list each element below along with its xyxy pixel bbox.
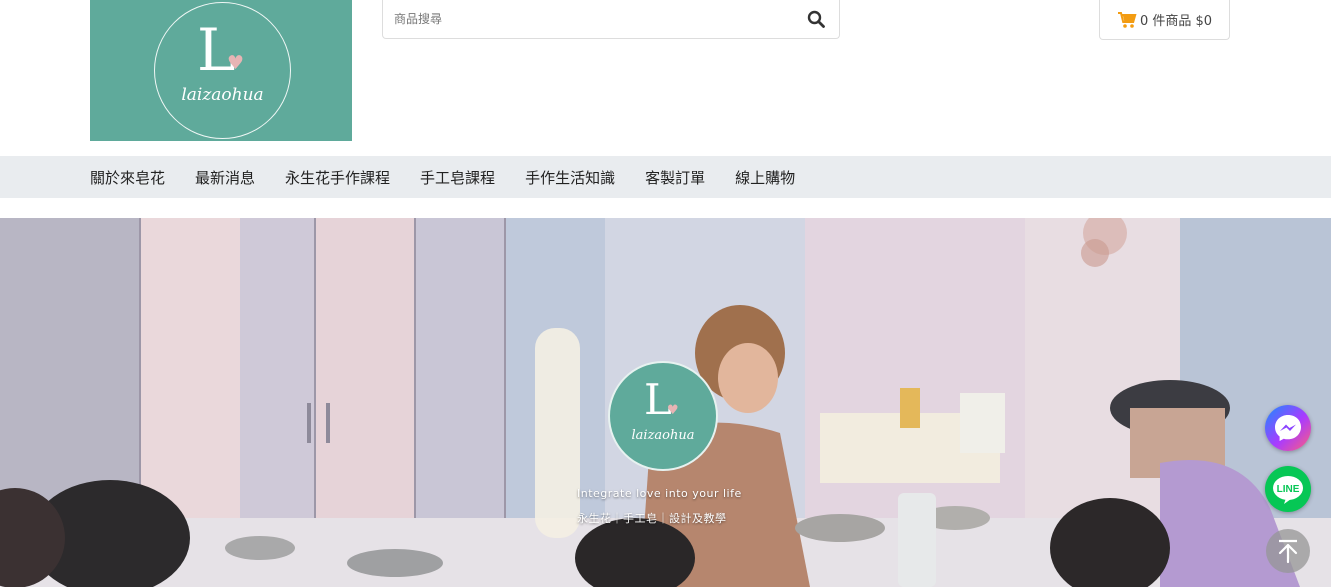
- line-button[interactable]: LINE: [1265, 466, 1311, 512]
- nav-item-handmade-knowledge[interactable]: 手作生活知識: [525, 167, 615, 188]
- main-nav: 關於來皂花 最新消息 永生花手作課程 手工皂課程 手作生活知識 客製訂單 線上購…: [0, 156, 1331, 198]
- back-to-top-icon: [1278, 539, 1298, 564]
- logo-circle: L ♥ laizaohua: [154, 2, 291, 139]
- nav-item-about[interactable]: 關於來皂花: [90, 167, 165, 188]
- messenger-button[interactable]: [1265, 405, 1311, 451]
- heart-icon: ♥: [667, 403, 679, 418]
- nav-item-preserved-flower-course[interactable]: 永生花手作課程: [285, 167, 390, 188]
- search-button[interactable]: [793, 0, 839, 38]
- search-input[interactable]: [383, 0, 793, 38]
- hero-logo-wordmark: laizaohua: [631, 428, 695, 443]
- heart-icon: ♥: [227, 52, 245, 74]
- nav-item-online-shop[interactable]: 線上購物: [735, 167, 795, 188]
- messenger-icon: [1275, 415, 1301, 441]
- cart-button[interactable]: 0 件商品 $0: [1099, 0, 1230, 40]
- nav-item-custom-order[interactable]: 客製訂單: [645, 167, 705, 188]
- cart-icon: [1117, 11, 1137, 28]
- back-to-top-button[interactable]: [1266, 529, 1310, 573]
- hero-banner: L ♥ laizaohua Integrate love into your l…: [0, 218, 1331, 587]
- hero-subtitle: 永生花｜手工皂｜設計及教學: [577, 512, 727, 525]
- nav-item-soap-course[interactable]: 手工皂課程: [420, 167, 495, 188]
- nav-item-news[interactable]: 最新消息: [195, 167, 255, 188]
- search-icon: [807, 10, 825, 28]
- line-label: LINE: [1277, 484, 1300, 495]
- line-icon: LINE: [1273, 476, 1303, 504]
- logo-wordmark: laizaohua: [181, 85, 264, 105]
- search-bar: [382, 0, 840, 39]
- hero-logo: L ♥ laizaohua: [608, 361, 718, 471]
- site-logo[interactable]: L ♥ laizaohua: [90, 0, 352, 141]
- cart-summary: 0 件商品 $0: [1139, 14, 1213, 29]
- hero-tagline: Integrate love into your life: [577, 487, 742, 500]
- site-header: L ♥ laizaohua 0 件商品 $0: [0, 0, 1331, 156]
